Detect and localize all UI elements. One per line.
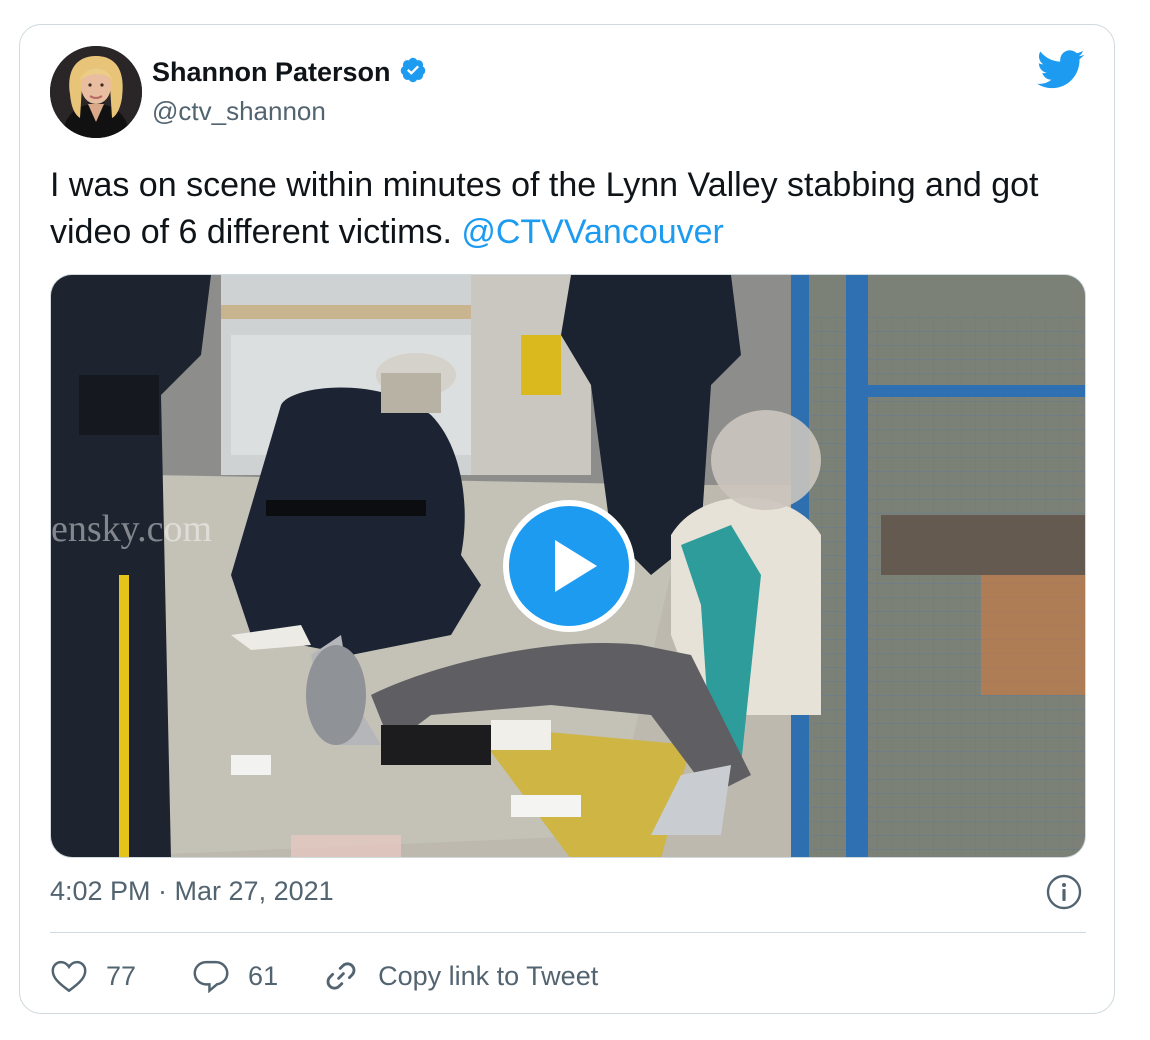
tweet-timestamp[interactable]: 4:02 PM · Mar 27, 2021 (50, 876, 334, 907)
author-avatar[interactable] (50, 46, 142, 138)
twitter-bird-icon[interactable] (1036, 50, 1086, 90)
heart-icon (51, 960, 87, 993)
divider (50, 932, 1086, 933)
action-bar: 77 61 Copy link to Tweet (50, 952, 598, 1000)
link-icon (326, 962, 356, 990)
author-handle[interactable]: @ctv_shannon (152, 96, 326, 127)
copy-link-button[interactable]: Copy link to Tweet (322, 957, 598, 995)
tweet-text: I was on scene within minutes of the Lyn… (50, 162, 1050, 256)
reply-bubble-icon (193, 960, 229, 993)
copy-link-label: Copy link to Tweet (378, 960, 599, 991)
info-icon[interactable] (1046, 874, 1082, 910)
mention-link[interactable]: @CTVVancouver (461, 213, 724, 251)
author-name[interactable]: Shannon Paterson (152, 57, 391, 88)
play-button[interactable] (503, 500, 635, 632)
like-button[interactable]: 77 (50, 959, 136, 993)
verified-badge-icon (399, 56, 427, 89)
play-icon (555, 540, 597, 592)
reply-button[interactable]: 61 (192, 959, 278, 993)
reply-count: 61 (248, 960, 279, 991)
author-name-row[interactable]: Shannon Paterson (152, 56, 427, 89)
video-watermark: ensky.com (51, 508, 213, 550)
like-count: 77 (106, 960, 137, 991)
